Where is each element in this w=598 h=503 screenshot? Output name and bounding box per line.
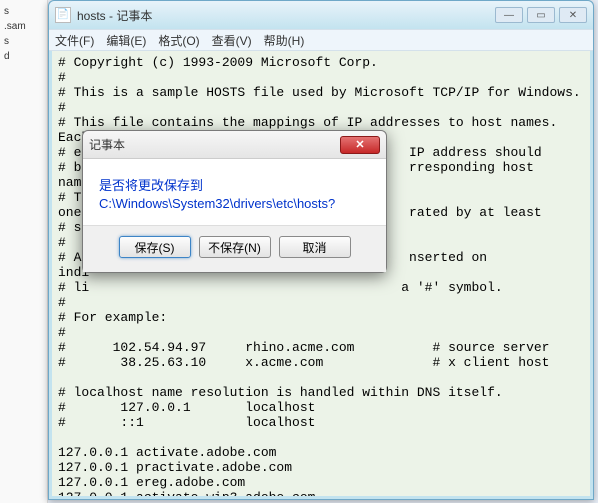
dialog-button-row: 保存(S) 不保存(N) 取消 — [83, 225, 386, 272]
dialog-titlebar[interactable]: 记事本 ✕ — [83, 131, 386, 159]
cancel-button[interactable]: 取消 — [279, 236, 351, 258]
dont-save-button[interactable]: 不保存(N) — [199, 236, 271, 258]
dialog-message-line2: C:\Windows\System32\drivers\etc\hosts? — [99, 195, 370, 213]
dialog-close-button[interactable]: ✕ — [340, 136, 380, 154]
dialog-title: 记事本 — [89, 136, 340, 153]
save-button[interactable]: 保存(S) — [119, 236, 191, 258]
dialog-message-line1: 是否将更改保存到 — [99, 177, 370, 195]
modal-backdrop: 记事本 ✕ 是否将更改保存到 C:\Windows\System32\drive… — [0, 0, 598, 503]
dialog-message: 是否将更改保存到 C:\Windows\System32\drivers\etc… — [83, 159, 386, 225]
save-dialog: 记事本 ✕ 是否将更改保存到 C:\Windows\System32\drive… — [82, 130, 387, 273]
